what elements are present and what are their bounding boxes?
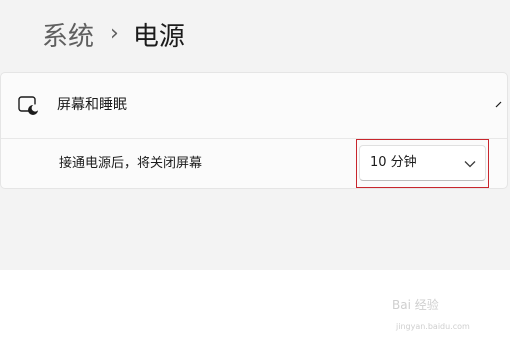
watermark-url: jingyan.baidu.com	[396, 322, 470, 331]
watermark: Bai 经验 jingyan.baidu.com	[392, 296, 502, 332]
screen-moon-icon	[18, 96, 39, 115]
setting-label: 接通电源后，将关闭屏幕	[59, 156, 203, 171]
screen-timeout-dropdown[interactable]: 10 分钟	[359, 145, 486, 181]
screen-sleep-title: 屏幕和睡眠	[57, 97, 127, 113]
dropdown-selected-value: 10 分钟	[370, 155, 417, 170]
breadcrumb: 系统 › 电源	[42, 14, 185, 54]
breadcrumb-parent-system[interactable]: 系统	[42, 16, 94, 53]
screen-sleep-header[interactable]: 屏幕和睡眠	[1, 73, 507, 137]
settings-pane: 系统 › 电源 屏幕和睡眠 接通电源后，将关闭屏幕 10 分钟	[0, 0, 510, 270]
chevron-down-icon	[464, 161, 476, 168]
watermark-logo: Bai 经验	[392, 298, 439, 312]
page-title: 电源	[132, 21, 185, 52]
breadcrumb-separator: ›	[110, 20, 119, 46]
chevron-up-icon[interactable]	[495, 99, 505, 109]
